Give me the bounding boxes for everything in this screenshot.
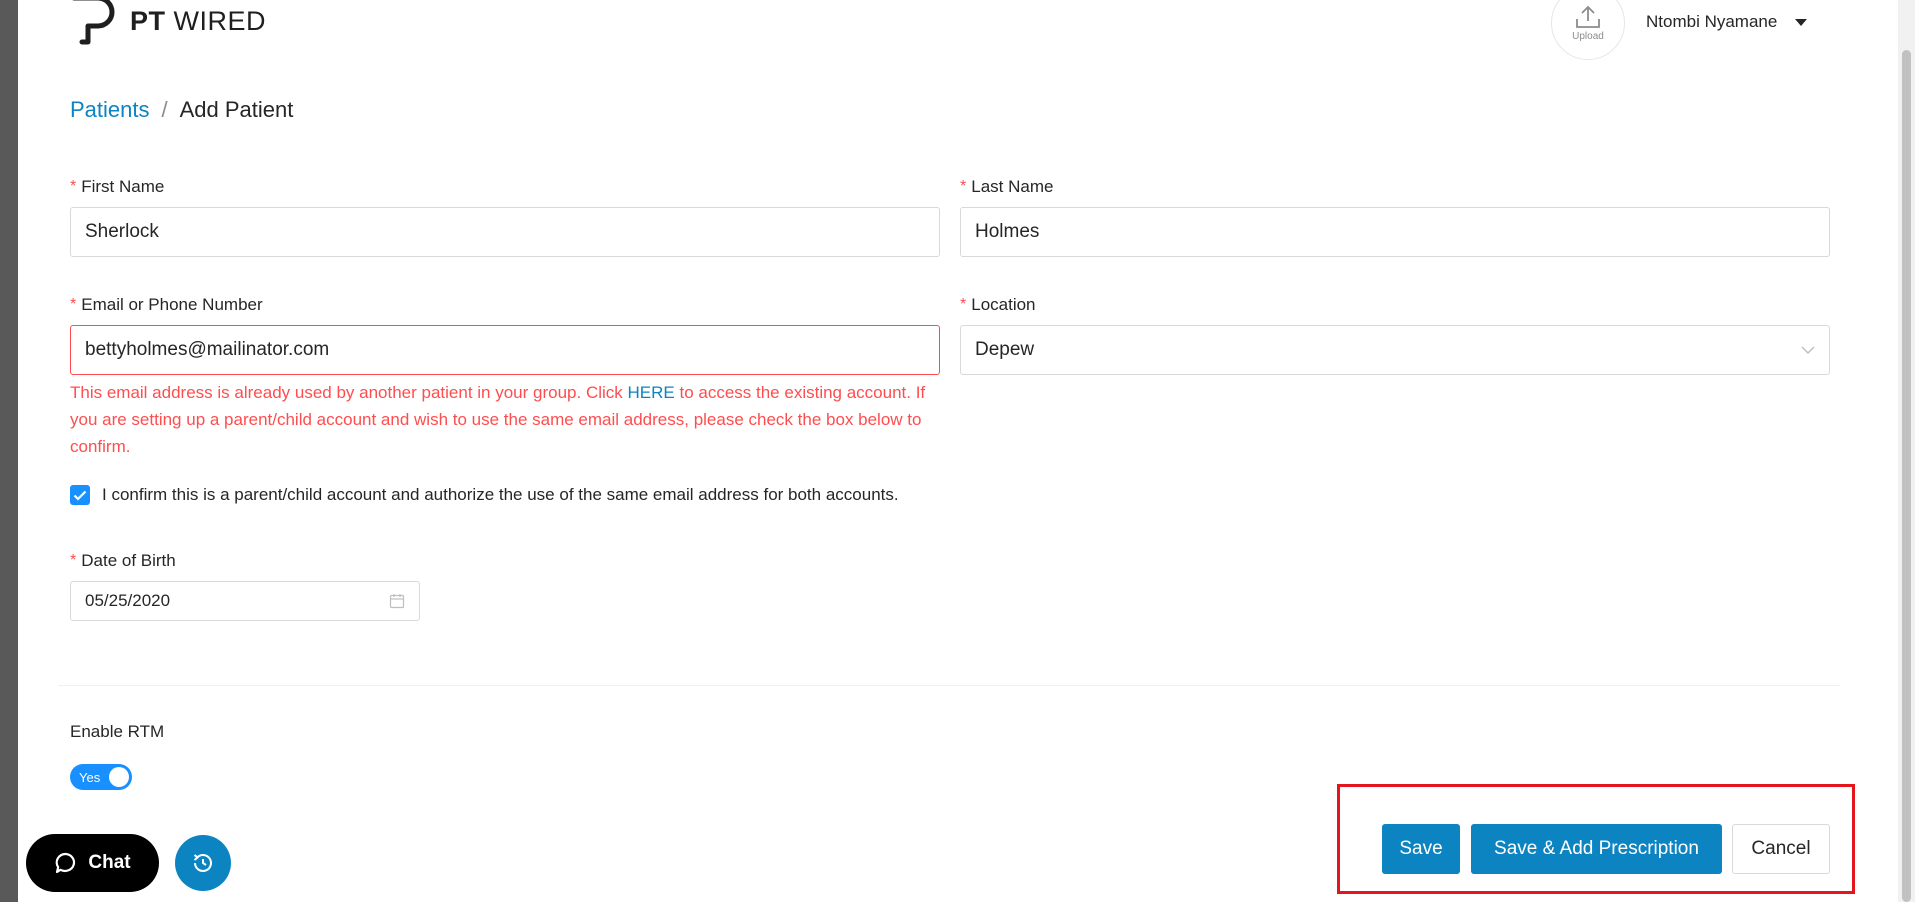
user-name: Ntombi Nyamane [1646, 12, 1778, 31]
toggle-text: Yes [79, 769, 101, 785]
caret-down-icon [1795, 18, 1808, 26]
left-page-edge [0, 0, 18, 902]
vertical-scrollbar[interactable] [1898, 0, 1915, 902]
calendar-icon [389, 594, 405, 609]
save-button[interactable]: Save [1382, 824, 1460, 874]
checkmark-icon [73, 490, 87, 501]
existing-account-link[interactable]: HERE [628, 383, 675, 402]
first-name-label: * First Name [70, 177, 165, 196]
last-name-input[interactable]: Holmes [960, 207, 1830, 257]
enable-rtm-toggle[interactable]: Yes [70, 764, 132, 790]
chevron-down-icon [1801, 346, 1815, 355]
breadcrumb-separator: / [161, 97, 168, 122]
enable-rtm-label: Enable RTM [70, 722, 165, 741]
required-mark: * [70, 178, 77, 195]
chat-label: Chat [88, 852, 131, 873]
history-button[interactable] [175, 835, 231, 891]
last-name-label: * Last Name [960, 177, 1054, 196]
clock-history-icon [193, 854, 212, 872]
first-name-input[interactable]: Sherlock [70, 207, 940, 257]
scrollbar-thumb[interactable] [1902, 50, 1911, 902]
required-mark: * [70, 552, 77, 569]
breadcrumb: Patients / Add Patient [70, 97, 293, 123]
required-mark: * [960, 296, 967, 313]
confirm-text: I confirm this is a parent/child account… [102, 485, 899, 504]
email-field: * Email or Phone Number bettyholmes@mail… [70, 295, 940, 460]
chat-bubble-icon [55, 852, 76, 874]
location-select[interactable]: Depew [960, 325, 1830, 375]
first-name-field: * First Name Sherlock [70, 177, 940, 257]
email-label: * Email or Phone Number [70, 295, 263, 314]
last-name-field: * Last Name Holmes [960, 177, 1830, 257]
upload-label: Upload [1572, 30, 1604, 42]
cancel-button[interactable]: Cancel [1732, 824, 1830, 874]
app-logo[interactable]: PT WIRED [70, 0, 266, 50]
chat-button[interactable]: Chat [26, 834, 159, 892]
dob-field: * Date of Birth 05/25/2020 [70, 551, 420, 621]
location-label: * Location [960, 295, 1036, 314]
breadcrumb-patients-link[interactable]: Patients [70, 97, 150, 123]
email-input[interactable]: bettyholmes@mailinator.com [70, 325, 940, 375]
dob-label: * Date of Birth [70, 551, 176, 570]
pt-wired-logo-icon [72, 0, 115, 45]
required-mark: * [70, 296, 77, 313]
upload-icon [1576, 5, 1600, 28]
user-menu[interactable]: Ntombi Nyamane [1646, 12, 1808, 32]
confirm-checkbox[interactable] [70, 485, 90, 505]
required-mark: * [960, 178, 967, 195]
toggle-knob [109, 767, 129, 787]
upload-button[interactable]: Upload [1551, 0, 1625, 60]
breadcrumb-current: Add Patient [179, 97, 294, 122]
email-error-message: This email address is already used by an… [70, 383, 926, 456]
dob-input[interactable]: 05/25/2020 [70, 581, 420, 621]
parent-child-confirm[interactable]: I confirm this is a parent/child account… [70, 485, 899, 505]
logo-text: PT WIRED [130, 6, 267, 36]
section-divider [58, 685, 1840, 686]
location-field: * Location Depew [960, 295, 1830, 375]
save-add-prescription-button[interactable]: Save & Add Prescription [1471, 824, 1722, 874]
